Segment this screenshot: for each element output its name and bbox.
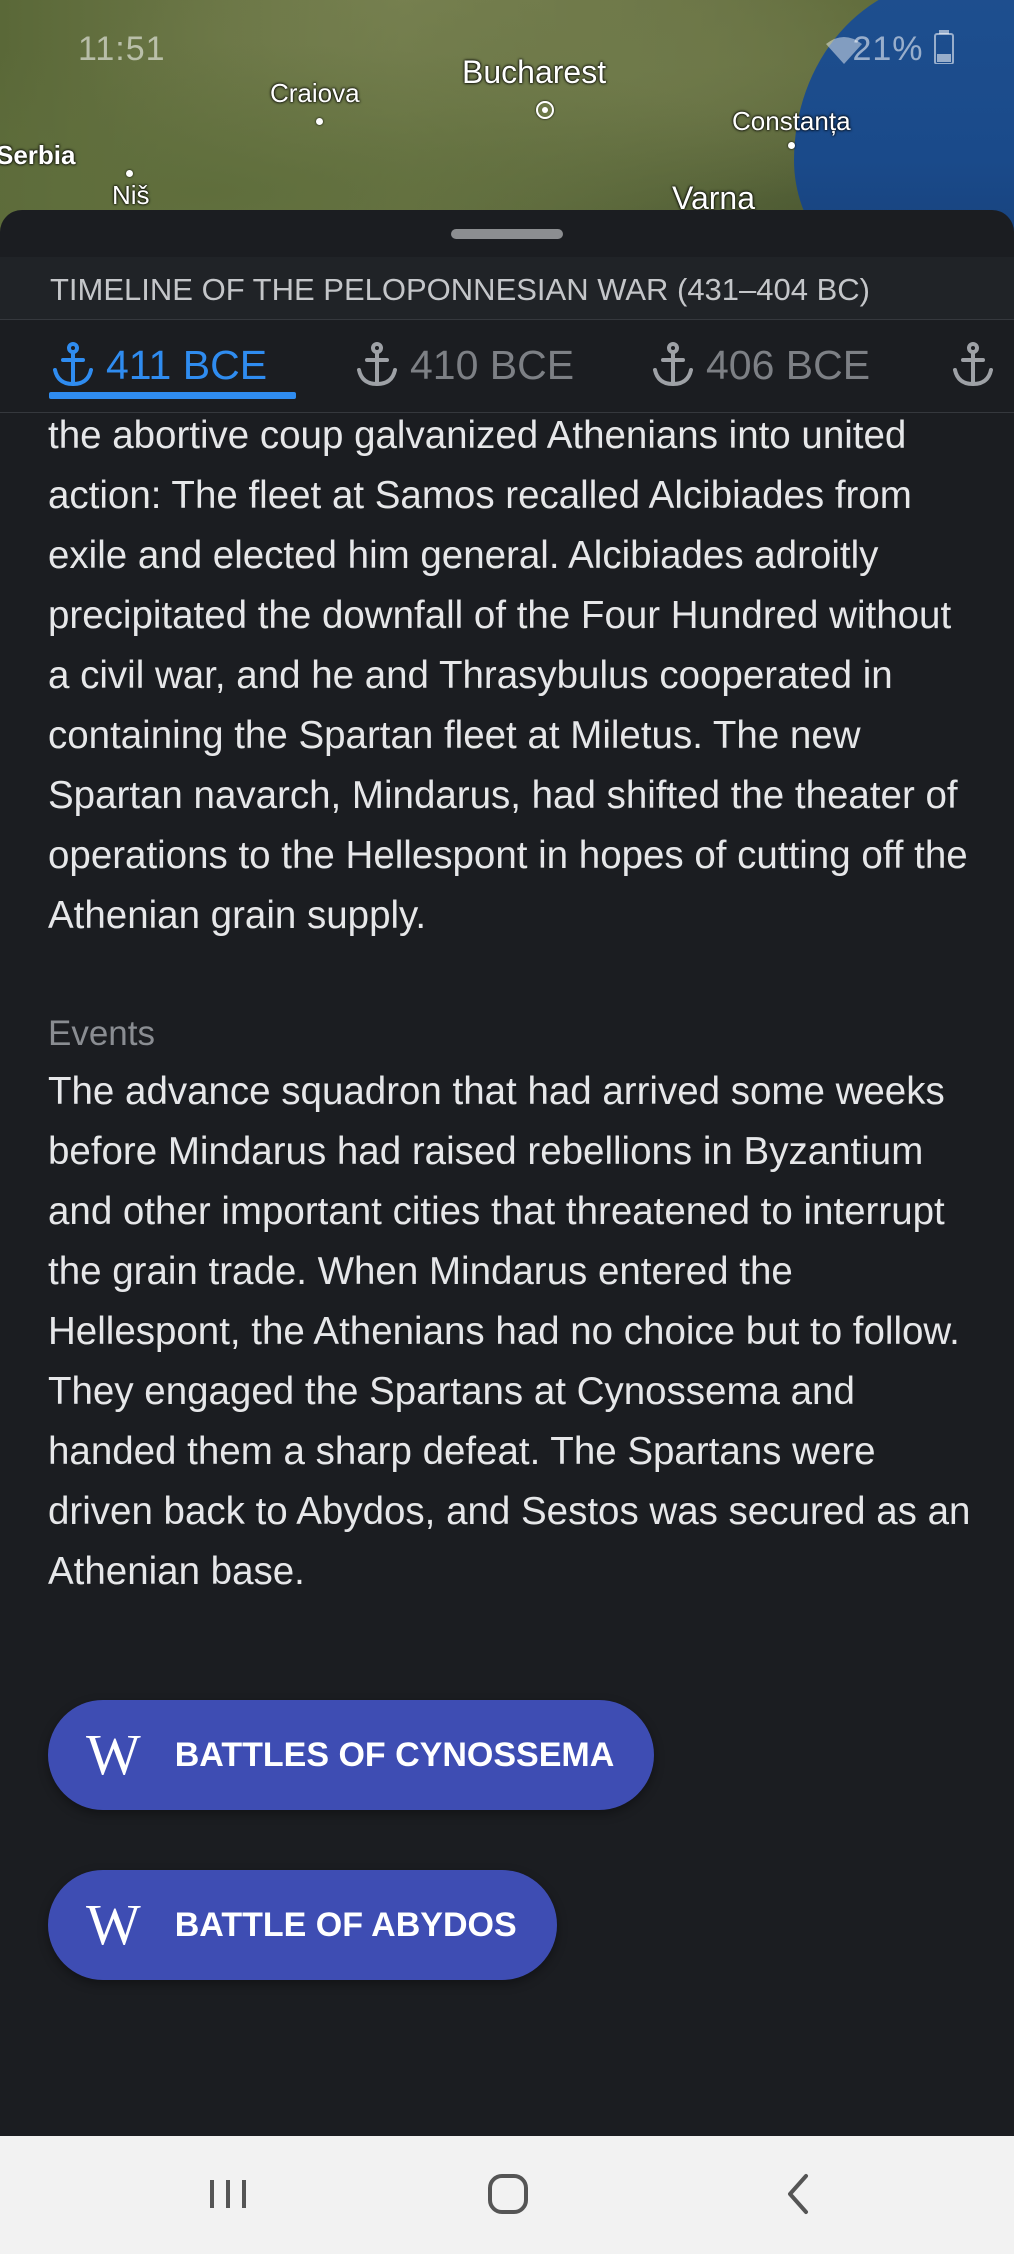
recent-apps-icon[interactable] xyxy=(206,2166,250,2227)
page-title: TIMELINE OF THE PELOPONNESIAN WAR (431–4… xyxy=(50,272,871,307)
tab-label: 411 BCE xyxy=(106,341,268,388)
tab-411-bce[interactable]: 411 BCE xyxy=(52,334,267,396)
battery-percent: 21% xyxy=(852,30,924,68)
battery-icon xyxy=(934,30,954,65)
status-time: 11:51 xyxy=(78,30,166,68)
tab-label: 406 BCE xyxy=(706,341,871,388)
wiki-link-cynossema-button[interactable]: W BATTLES OF CYNOSSEMA xyxy=(48,1700,655,1810)
capital-marker-icon xyxy=(536,101,554,119)
anchor-icon xyxy=(653,342,693,387)
year-tabs: 411 BCE 410 BCE 406 BCE xyxy=(0,320,1014,413)
city-dot xyxy=(126,170,133,177)
tab-label: 410 BCE xyxy=(410,341,575,388)
active-tab-indicator xyxy=(49,392,296,399)
intro-paragraph: the abortive coup galvanized Athenians i… xyxy=(48,414,968,937)
wiki-link-abydos-button[interactable]: W BATTLE OF ABYDOS xyxy=(48,1870,557,1980)
map-label-bucharest[interactable]: Bucharest xyxy=(462,54,606,91)
button-label: BATTLES OF CYNOSSEMA xyxy=(174,1735,615,1774)
map-label-nis[interactable]: Niš xyxy=(112,180,150,211)
tab-next-partial[interactable] xyxy=(952,334,994,396)
back-icon[interactable] xyxy=(776,2166,820,2227)
map-label-constanta[interactable]: Constanța xyxy=(732,106,851,137)
drag-handle[interactable] xyxy=(451,229,563,239)
tab-406-bce[interactable]: 406 BCE xyxy=(652,334,870,396)
tab-410-bce[interactable]: 410 BCE xyxy=(356,334,574,396)
wikipedia-icon: W xyxy=(86,1892,141,1957)
system-nav-bar xyxy=(0,2136,1014,2254)
header-bar: TIMELINE OF THE PELOPONNESIAN WAR (431–4… xyxy=(0,257,1014,320)
events-paragraph: The advance squadron that had arrived so… xyxy=(48,1070,971,1593)
article-content: the abortive coup galvanized Athenians i… xyxy=(48,406,978,1602)
home-icon[interactable] xyxy=(486,2166,530,2227)
city-dot xyxy=(788,142,795,149)
map-background[interactable]: 11:51 21% Craiova Bucharest Constanța Se… xyxy=(0,0,1014,240)
map-label-craiova[interactable]: Craiova xyxy=(270,78,360,109)
anchor-icon xyxy=(953,342,993,387)
events-heading: Events xyxy=(48,1014,155,1053)
city-dot xyxy=(316,118,323,125)
anchor-icon xyxy=(53,342,93,387)
button-label: BATTLE OF ABYDOS xyxy=(174,1905,517,1944)
wikipedia-icon: W xyxy=(86,1722,141,1787)
bottom-sheet: TIMELINE OF THE PELOPONNESIAN WAR (431–4… xyxy=(0,210,1014,2136)
status-battery: 21% xyxy=(852,30,954,69)
map-label-serbia[interactable]: Serbia xyxy=(0,140,76,171)
anchor-icon xyxy=(357,342,397,387)
